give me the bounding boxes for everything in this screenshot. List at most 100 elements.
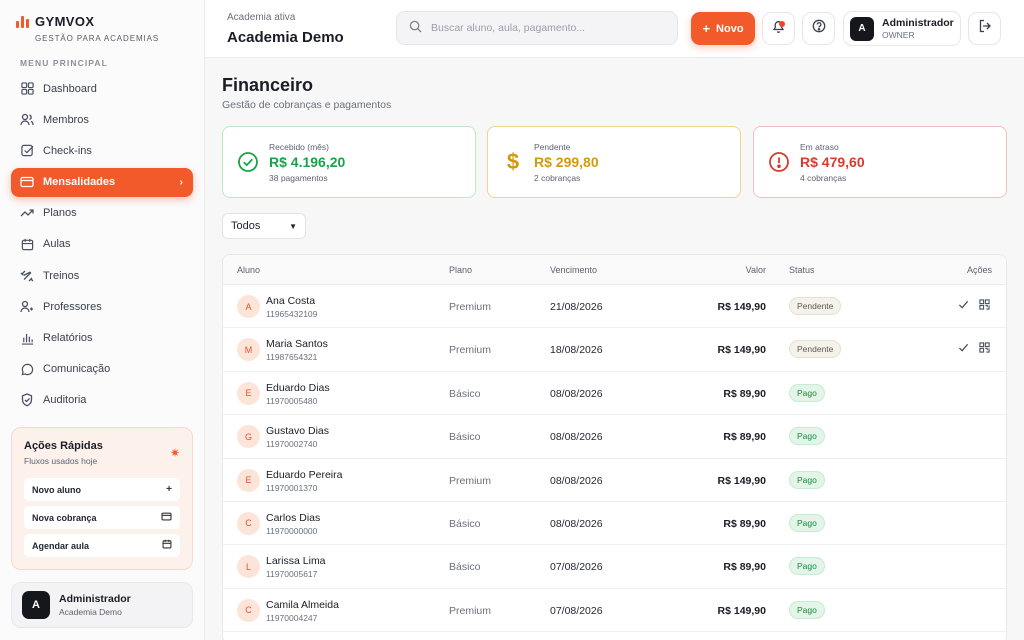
sidebar-item-treinos[interactable]: Treinos [11, 261, 193, 290]
qr-code-icon[interactable] [979, 342, 990, 356]
teacher-icon [20, 300, 34, 314]
checkbox-icon [20, 144, 34, 158]
student-phone: 11970004247 [266, 612, 318, 623]
card-icon [20, 175, 34, 189]
plan: Básico [449, 431, 481, 444]
grid-icon [20, 82, 34, 96]
status-badge: Pendente [789, 297, 842, 315]
due-date: 08/08/2026 [550, 431, 603, 444]
filter-selected: Todos [231, 220, 261, 232]
sidebar-user-card[interactable]: A Administrador Academia Demo [11, 582, 193, 628]
table-row[interactable]: A Ana Costa 11965432109 Premium 21/08/20… [223, 285, 1006, 329]
amount: R$ 149,90 [717, 604, 766, 617]
student-name: Gustavo Dias [266, 425, 330, 438]
sidebar-item-auditoria[interactable]: Auditoria [11, 386, 193, 415]
admin-profile[interactable]: A Administrador OWNER [843, 11, 961, 46]
quick-action-label: Novo aluno [32, 484, 81, 495]
table-row[interactable]: E Eduardo Pereira 11970001370 Premium 08… [223, 459, 1006, 502]
sidebar-item-checkins[interactable]: Check-ins [11, 136, 193, 165]
quick-action-novo-aluno[interactable]: Novo aluno + [24, 478, 180, 501]
student-name: Ana Costa [266, 295, 316, 307]
table-row[interactable]: E Eduardo Dias 11970005480 Básico 08/08/… [223, 372, 1006, 416]
sidebar-item-dashboard[interactable]: Dashboard [11, 74, 193, 103]
brand[interactable]: GYMVOX GESTÃO PARA ACADEMIAS [16, 14, 159, 43]
table-row[interactable]: C Camila Almeida 11970004247 Premium 07/… [223, 589, 1006, 633]
card-sub: 2 cobranças [534, 172, 581, 183]
student-name: Eduardo Dias [266, 381, 330, 394]
plus-icon: + [702, 21, 711, 36]
bars-icon [20, 331, 34, 345]
qr-code-icon[interactable] [979, 299, 990, 313]
student-phone: 11965432109 [266, 309, 318, 319]
sidebar-item-label: Aulas [43, 238, 71, 251]
student-name: Maria Santos [266, 338, 328, 351]
summary-card-pendente: $ Pendente R$ 299,80 2 cobranças [487, 126, 741, 198]
table-row[interactable]: C Carlos Dias 11970000000 Básico 08/08/2… [223, 502, 1006, 546]
academy-label: Academia ativa [227, 12, 296, 23]
mark-paid-check-icon[interactable] [958, 299, 969, 313]
amount: R$ 89,90 [723, 431, 766, 444]
sidebar-item-comunicacao[interactable]: Comunicação [11, 355, 193, 384]
plan: Básico [449, 517, 481, 530]
sidebar-item-label: Check-ins [43, 144, 92, 157]
mark-paid-check-icon[interactable] [958, 342, 969, 356]
sidebar-item-professores[interactable]: Professores [11, 292, 193, 321]
student-phone: 11970000000 [266, 525, 318, 536]
new-button[interactable]: + Novo [691, 12, 755, 45]
sidebar-item-label: Membros [43, 113, 89, 126]
amount: R$ 149,90 [717, 301, 766, 313]
plan: Premium [449, 344, 492, 357]
avatar: G [237, 425, 260, 449]
col-aluno: Aluno [237, 265, 261, 275]
status-badge: Pago [789, 470, 825, 489]
search-input[interactable] [431, 22, 661, 34]
brand-name: GYMVOX [35, 14, 95, 29]
quick-action-nova-cobranca[interactable]: Nova cobrança [24, 506, 180, 529]
card-label: Pendente [534, 141, 571, 152]
brand-subtitle: GESTÃO PARA ACADEMIAS [35, 34, 160, 43]
col-status: Status [789, 265, 815, 275]
table-row[interactable]: G Gustavo Dias 11970002740 Básico 08/08/… [223, 415, 1006, 459]
dollar-icon: $ [506, 149, 520, 174]
card-sub: 38 pagamentos [269, 172, 328, 183]
due-date: 07/08/2026 [550, 561, 603, 574]
plan: Premium [449, 604, 492, 617]
quick-actions-panel: Ações Rápidas Fluxos usados hoje ✷ Novo … [11, 427, 193, 570]
status-badge: Pago [789, 427, 825, 446]
student-name: Eduardo Pereira [266, 468, 343, 481]
table-row[interactable]: L Larissa Lima 11970005617 Básico 07/08/… [223, 545, 1006, 589]
help-button[interactable] [802, 12, 835, 45]
sidebar-item-label: Planos [43, 207, 77, 220]
status-filter-select[interactable]: Todos ▼ [222, 213, 306, 239]
quick-action-agendar-aula[interactable]: Agendar aula [24, 534, 180, 557]
sidebar-item-mensalidades[interactable]: Mensalidades › [11, 167, 193, 197]
avatar: L [237, 555, 260, 579]
status-badge: Pago [789, 557, 825, 576]
sidebar-item-membros[interactable]: Membros [11, 105, 193, 134]
sidebar-item-relatorios[interactable]: Relatórios [11, 324, 193, 353]
plan: Básico [449, 561, 481, 574]
user-name: Administrador [59, 593, 131, 605]
sidebar-item-label: Comunicação [43, 363, 111, 376]
shield-icon [20, 393, 34, 407]
trend-icon [20, 206, 34, 220]
search-box [396, 11, 678, 45]
sidebar: GYMVOX GESTÃO PARA ACADEMIAS MENU PRINCI… [0, 0, 205, 640]
plan: Básico [449, 387, 481, 400]
quick-action-label: Agendar aula [32, 540, 90, 551]
notifications-button[interactable] [762, 12, 795, 45]
search-icon [409, 20, 422, 36]
academy-name: Academia Demo [227, 29, 344, 46]
student-name: Larissa Lima [266, 555, 326, 568]
sidebar-item-planos[interactable]: Planos [11, 199, 193, 228]
logout-button[interactable] [968, 12, 1001, 45]
table-row[interactable]: M Maria Santos 11987654321 Premium 18/08… [223, 328, 1006, 372]
chat-icon [20, 362, 34, 376]
avatar: A [22, 591, 50, 619]
amount: R$ 149,90 [717, 344, 766, 357]
due-date: 08/08/2026 [550, 387, 603, 400]
plan: Premium [449, 474, 492, 487]
help-icon [812, 19, 826, 38]
admin-name: Administrador [882, 17, 954, 29]
sidebar-item-aulas[interactable]: Aulas [11, 230, 193, 259]
